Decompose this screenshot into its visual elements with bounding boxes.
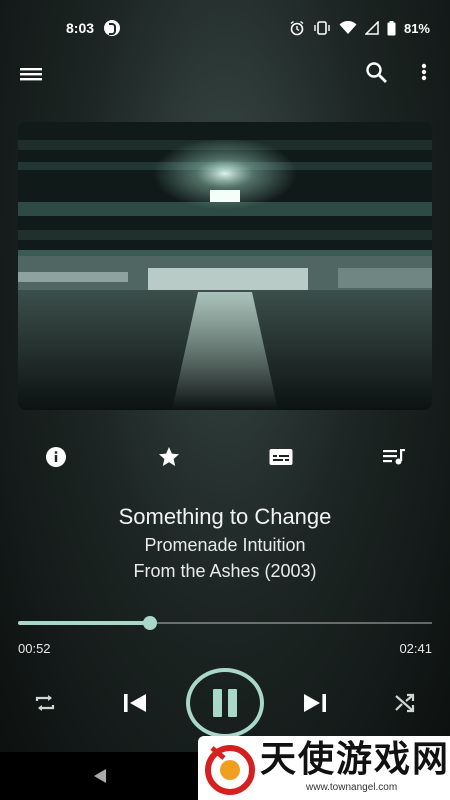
favorite-button[interactable] [156, 445, 182, 469]
playback-controls [0, 668, 450, 738]
watermark-url: www.townangel.com [306, 782, 398, 793]
battery-percent: 81% [403, 20, 430, 36]
star-icon [159, 447, 179, 466]
status-bar: 8:03 81% [0, 0, 450, 56]
album-art[interactable] [18, 122, 432, 410]
search-icon [366, 62, 387, 83]
pause-icon [213, 689, 222, 717]
track-artist[interactable]: Promenade Intuition [0, 532, 450, 558]
more-options-button[interactable] [414, 60, 434, 86]
album-art-image [18, 122, 432, 410]
track-title: Something to Change [118, 504, 332, 529]
nav-back-button[interactable] [90, 766, 110, 786]
alarm-icon [290, 20, 304, 36]
skip-next-icon [304, 694, 326, 712]
vibrate-icon [314, 21, 330, 35]
track-info: Something to Change Promenade Intuition … [0, 502, 450, 584]
status-right: 81% [289, 20, 430, 36]
app-bar [0, 56, 450, 92]
track-album[interactable]: From the Ashes (2003) [0, 558, 450, 584]
back-triangle-icon [94, 769, 106, 783]
status-time: 8:03 [66, 20, 95, 36]
more-vert-icon [421, 63, 427, 81]
total-time: 02:41 [399, 641, 432, 656]
play-pause-button[interactable] [186, 668, 264, 738]
notification-app-icon [104, 20, 121, 36]
seek-thumb[interactable] [143, 616, 158, 630]
info-icon [46, 447, 66, 467]
info-button[interactable] [43, 445, 69, 469]
watermark-logo-icon [205, 745, 255, 795]
battery-icon [387, 20, 396, 35]
menu-button[interactable] [18, 62, 46, 86]
queue-button[interactable] [381, 445, 407, 469]
lyrics-icon [269, 449, 293, 465]
shuffle-button[interactable] [392, 690, 418, 716]
pause-icon-bar [228, 689, 237, 717]
seek-bar[interactable] [18, 616, 432, 630]
queue-icon [383, 449, 405, 465]
shuffle-icon [395, 693, 415, 713]
elapsed-time: 00:52 [18, 641, 51, 656]
repeat-button[interactable] [32, 690, 58, 716]
skip-previous-icon [124, 694, 146, 712]
watermark: 天使游戏网 www.townangel.com [198, 736, 450, 800]
seek-progress [18, 621, 151, 625]
repeat-icon [35, 695, 55, 711]
signal-icon [364, 21, 379, 35]
menu-icon [20, 68, 42, 81]
previous-button[interactable] [120, 688, 150, 718]
status-left: 8:03 [66, 20, 121, 36]
next-button[interactable] [300, 688, 330, 718]
watermark-text: 天使游戏网 [260, 739, 450, 780]
wifi-icon [339, 21, 357, 34]
search-button[interactable] [364, 60, 390, 86]
action-row [0, 440, 450, 474]
lyrics-button[interactable] [268, 445, 294, 469]
